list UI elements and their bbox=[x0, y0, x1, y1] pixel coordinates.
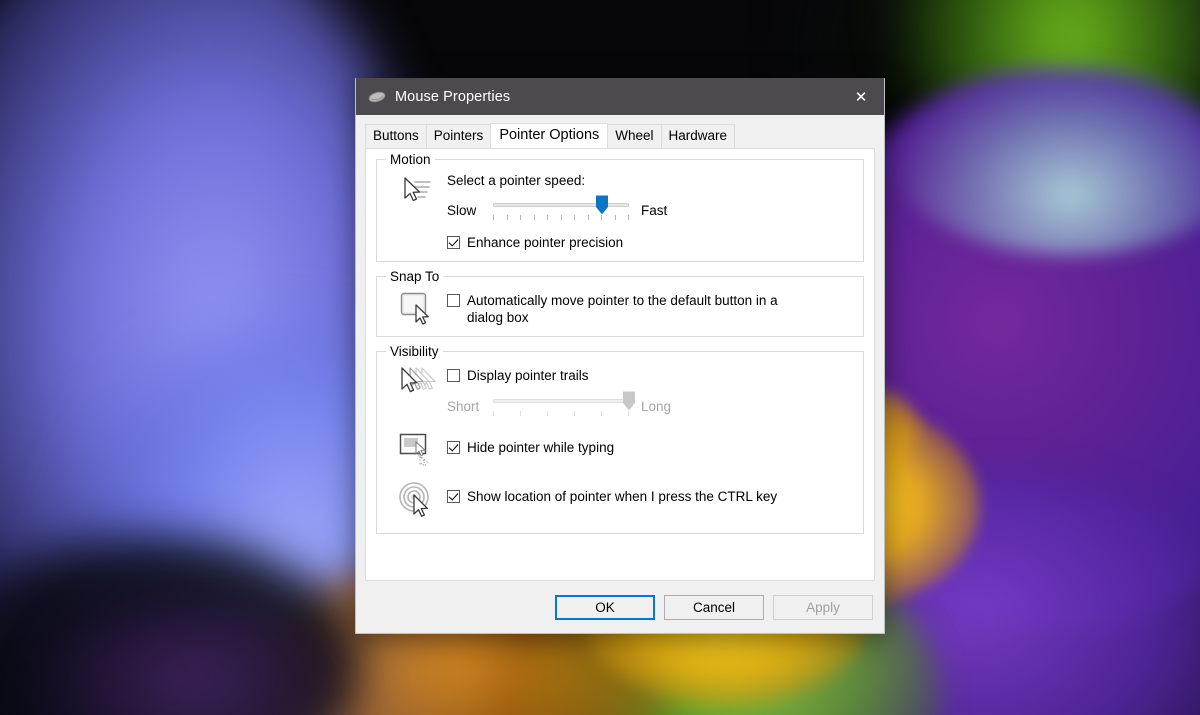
trails-slider-row: Short Lon bbox=[447, 395, 853, 417]
desktop-background: Mouse Properties ✕ Buttons Pointers Poin… bbox=[0, 0, 1200, 715]
tab-pointer-options[interactable]: Pointer Options bbox=[490, 123, 608, 148]
trails-min-label: Short bbox=[447, 399, 493, 414]
tab-page-pointer-options: Motion Select a pointer speed: bbox=[365, 148, 875, 581]
enhance-precision-label: Enhance pointer precision bbox=[467, 234, 623, 251]
tab-buttons[interactable]: Buttons bbox=[365, 124, 427, 148]
group-motion: Motion Select a pointer speed: bbox=[376, 159, 864, 262]
show-location-label: Show location of pointer when I press th… bbox=[467, 488, 777, 505]
apply-button: Apply bbox=[773, 595, 873, 620]
wallpaper-dark-left bbox=[0, 0, 280, 715]
window-title: Mouse Properties bbox=[395, 89, 510, 105]
trails-slider bbox=[493, 391, 629, 421]
motion-row: Select a pointer speed: Slow bbox=[387, 172, 853, 251]
mouse-properties-dialog: Mouse Properties ✕ Buttons Pointers Poin… bbox=[355, 78, 885, 634]
dialog-body: Buttons Pointers Pointer Options Wheel H… bbox=[356, 115, 884, 633]
display-pointer-trails-label: Display pointer trails bbox=[467, 367, 589, 384]
hide-pointer-typing-icon-cell bbox=[387, 431, 447, 466]
snap-to-button-icon bbox=[399, 291, 435, 325]
motion-content: Select a pointer speed: Slow bbox=[447, 172, 853, 251]
enhance-precision-row[interactable]: Enhance pointer precision bbox=[447, 234, 853, 251]
dialog-footer: OK Cancel Apply bbox=[356, 581, 884, 633]
group-visibility: Visibility bbox=[376, 351, 864, 534]
pointer-trails-content: Display pointer trails Short bbox=[447, 364, 853, 417]
pointer-speed-min-label: Slow bbox=[447, 203, 493, 218]
pointer-speed-label: Select a pointer speed: bbox=[447, 173, 853, 188]
show-location-content: Show location of pointer when I press th… bbox=[447, 480, 853, 505]
hide-typing-row[interactable]: Hide pointer while typing bbox=[447, 439, 853, 456]
wallpaper-purple-bottom-left bbox=[40, 595, 340, 715]
pointer-speed-max-label: Fast bbox=[629, 203, 667, 218]
hide-pointer-typing-icon bbox=[398, 432, 436, 466]
hide-pointer-typing-checkbox[interactable] bbox=[447, 441, 460, 454]
show-location-ctrl-icon bbox=[398, 481, 436, 517]
tab-strip: Buttons Pointers Pointer Options Wheel H… bbox=[356, 123, 884, 148]
pointer-speed-slider[interactable] bbox=[493, 195, 629, 225]
wallpaper-green-top-right bbox=[900, 0, 1200, 170]
cancel-button[interactable]: Cancel bbox=[664, 595, 764, 620]
pointer-speed-icon-cell bbox=[387, 172, 447, 206]
group-snap-to: Snap To Automatically bbox=[376, 276, 864, 337]
pointer-speed-slider-row: Slow Fast bbox=[447, 199, 853, 221]
display-trails-row[interactable]: Display pointer trails bbox=[447, 367, 853, 384]
group-motion-title: Motion bbox=[386, 152, 435, 167]
trails-slider-thumb bbox=[623, 391, 636, 411]
pointer-trails-row: Display pointer trails Short bbox=[387, 364, 853, 417]
pointer-speed-icon bbox=[400, 174, 434, 206]
pointer-trails-icon bbox=[398, 365, 436, 399]
ok-button[interactable]: OK bbox=[555, 595, 655, 620]
mouse-icon bbox=[366, 86, 388, 108]
hide-pointer-typing-row: Hide pointer while typing bbox=[387, 431, 853, 466]
show-location-row: Show location of pointer when I press th… bbox=[387, 480, 853, 517]
close-icon[interactable]: ✕ bbox=[838, 78, 884, 115]
pointer-speed-slider-ticks bbox=[493, 215, 629, 223]
wallpaper-dark-bottom-left bbox=[0, 535, 360, 715]
hide-pointer-typing-content: Hide pointer while typing bbox=[447, 431, 853, 456]
trails-slider-ticks bbox=[493, 411, 629, 419]
hide-pointer-typing-label: Hide pointer while typing bbox=[467, 439, 614, 456]
title-bar[interactable]: Mouse Properties ✕ bbox=[356, 78, 884, 115]
auto-move-pointer-label: Automatically move pointer to the defaul… bbox=[467, 292, 817, 326]
snap-to-content: Automatically move pointer to the defaul… bbox=[447, 289, 853, 326]
pointer-trails-icon-cell bbox=[387, 364, 447, 399]
enhance-precision-checkbox[interactable] bbox=[447, 236, 460, 249]
trails-slider-track bbox=[493, 399, 629, 403]
pointer-speed-slider-thumb[interactable] bbox=[595, 195, 608, 215]
tab-hardware[interactable]: Hardware bbox=[661, 124, 736, 148]
show-location-checkbox[interactable] bbox=[447, 490, 460, 503]
display-pointer-trails-checkbox[interactable] bbox=[447, 369, 460, 382]
auto-move-pointer-row[interactable]: Automatically move pointer to the defaul… bbox=[447, 292, 853, 326]
snap-to-row: Automatically move pointer to the defaul… bbox=[387, 289, 853, 326]
tab-pointers[interactable]: Pointers bbox=[426, 124, 492, 148]
group-snap-to-title: Snap To bbox=[386, 269, 443, 284]
group-visibility-title: Visibility bbox=[386, 344, 443, 359]
snap-to-icon-cell bbox=[387, 289, 447, 325]
wallpaper-petal-fuzzy-edge bbox=[890, 55, 1200, 255]
show-location-icon-cell bbox=[387, 480, 447, 517]
tab-wheel[interactable]: Wheel bbox=[607, 124, 661, 148]
pointer-speed-slider-track[interactable] bbox=[493, 203, 629, 207]
auto-move-pointer-checkbox[interactable] bbox=[447, 294, 460, 307]
show-location-cb-row[interactable]: Show location of pointer when I press th… bbox=[447, 488, 853, 505]
